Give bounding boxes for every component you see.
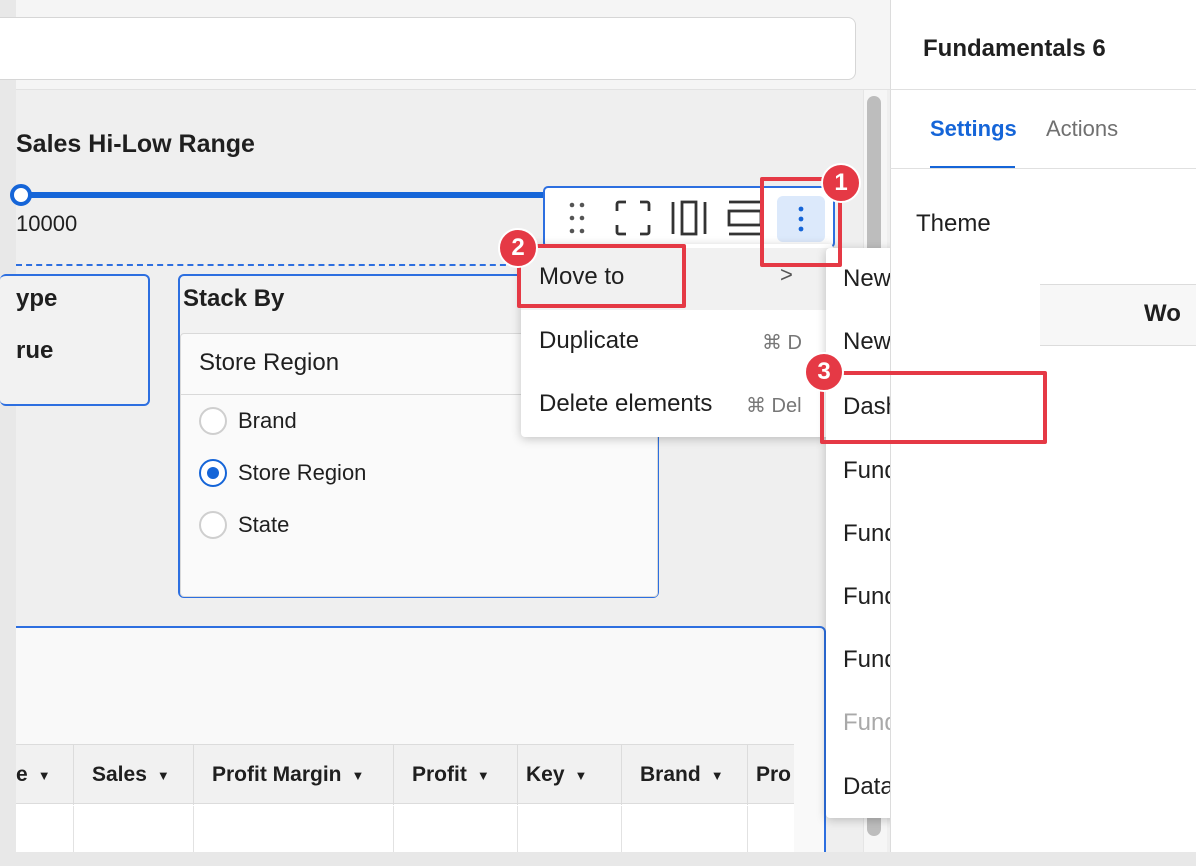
table-header: e ▼ Sales ▼ Profit Margin ▼ Profit ▼ Key ▼ Br… (16, 744, 794, 805)
table-cell[interactable] (622, 806, 748, 852)
drag-handle-icon[interactable] (560, 196, 594, 240)
radio-store-region[interactable] (199, 459, 227, 487)
annotation-badge-3: 3 (804, 352, 844, 392)
chevron-down-icon: ▼ (574, 767, 588, 783)
column-header-brand[interactable]: Brand ▼ (622, 745, 748, 805)
range-slider-handle[interactable] (10, 184, 32, 206)
table-cell[interactable] (194, 806, 394, 852)
table-cell[interactable] (394, 806, 518, 852)
fullscreen-icon[interactable] (612, 196, 654, 240)
panel-title: Fundamentals 6 (923, 35, 1106, 62)
slider-title: Sales Hi-Low Range (16, 130, 255, 158)
tab-actions[interactable]: Actions (1046, 116, 1118, 142)
radio-label: Store Region (238, 460, 367, 485)
chevron-down-icon: ▼ (476, 767, 490, 783)
annotation-badge-1: 1 (821, 163, 861, 203)
radio-brand[interactable] (199, 407, 227, 435)
menu-item-label: Delete elements (539, 390, 713, 417)
chevron-down-icon: ▼ (156, 767, 170, 783)
column-header-key[interactable]: Key ▼ (518, 745, 622, 805)
tab-settings[interactable]: Settings (930, 116, 1017, 142)
stack-by-selected-value: Store Region (199, 349, 340, 376)
theme-option-text: Wo (1144, 300, 1181, 327)
radio-label: State (238, 512, 290, 537)
divider (890, 168, 1196, 169)
slider-value-label: 10000 (16, 211, 78, 236)
selection-outline (16, 264, 516, 266)
column-header-profit[interactable]: Profit ▼ (394, 745, 518, 805)
menu-item-label: Duplicate (539, 327, 640, 354)
columns-layout-icon[interactable] (668, 196, 710, 240)
theme-label: Theme (916, 210, 991, 237)
table-cell[interactable] (74, 806, 194, 852)
chevron-down-icon: ▼ (351, 767, 365, 783)
type-control-title: ype (16, 285, 58, 312)
annotation-highlight-2 (517, 244, 686, 308)
type-control-value: rue (16, 337, 54, 364)
table-cell[interactable] (518, 806, 622, 852)
column-header-profit-margin[interactable]: Profit Margin ▼ (194, 745, 394, 805)
annotation-badge-2: 2 (498, 228, 538, 268)
table-cell[interactable] (748, 806, 794, 852)
annotation-highlight-3 (820, 371, 1047, 444)
radio-state[interactable] (199, 511, 227, 539)
chevron-down-icon: ▼ (710, 767, 724, 783)
shortcut-label: ⌘ D (762, 332, 802, 354)
table-row[interactable] (16, 806, 794, 852)
stack-by-title: Stack By (183, 285, 285, 312)
column-header-pro[interactable]: Pro (748, 745, 794, 805)
divider (890, 89, 1196, 90)
top-input-bar[interactable] (0, 17, 856, 80)
shortcut-label: ⌘ Del (746, 395, 802, 417)
column-header[interactable]: e ▼ (16, 745, 74, 805)
page-margin (0, 852, 1196, 866)
column-header-sales[interactable]: Sales ▼ (74, 745, 194, 805)
table-cell[interactable] (16, 806, 74, 852)
chevron-down-icon: ▼ (37, 767, 51, 783)
submenu-item-data[interactable]: Data (843, 773, 894, 801)
radio-label: Brand (238, 408, 297, 433)
